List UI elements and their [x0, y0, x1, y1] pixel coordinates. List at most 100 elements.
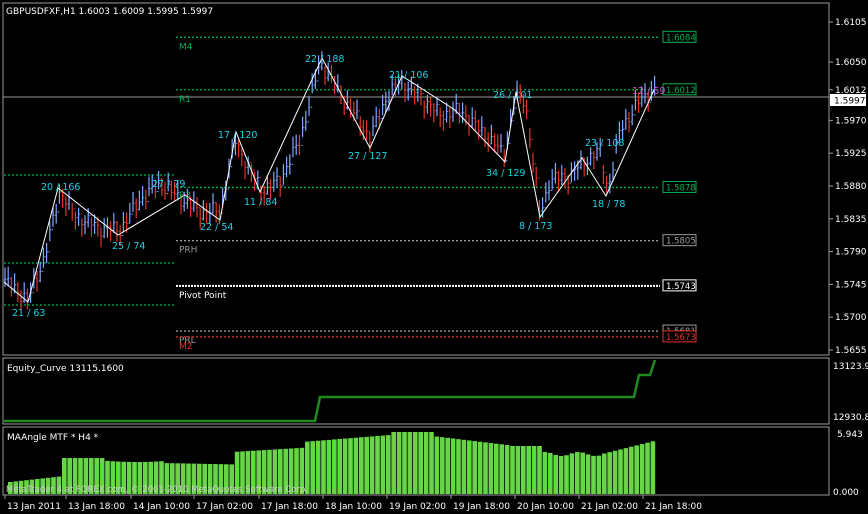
ma-histogram-bar [472, 441, 477, 494]
ma-histogram-bar [315, 440, 321, 494]
zigzag-label: 22 / 54 [200, 222, 233, 233]
zigzag-label: 12 / 59 [632, 86, 665, 97]
time-tick-label: 14 Jan 10:00 [133, 502, 190, 512]
ma-axis-top: 5.943 [837, 430, 863, 440]
zigzag-label: 21 / 63 [12, 308, 45, 319]
ma-histogram-bar [591, 455, 596, 494]
price-tick-label: 1.5745 [835, 280, 867, 290]
time-tick-label: 13 Jan 18:00 [68, 502, 125, 512]
ma-histogram-bar [348, 438, 353, 494]
price-tick-label: 1.5790 [835, 248, 867, 258]
time-tick-label: 17 Jan 18:00 [261, 502, 318, 512]
zigzag-label: 27 / 127 [348, 151, 387, 162]
equity-title: Equity_Curve 13115.1600 [7, 364, 124, 374]
ma-histogram-bar [515, 446, 521, 494]
ma-histogram-bar [623, 448, 629, 494]
price-tick-label: 1.5655 [835, 346, 867, 356]
pivot-name: M4 [179, 42, 193, 52]
zigzag-label: 26 / 101 [493, 90, 532, 101]
ma-histogram-bar [364, 436, 369, 494]
ma-histogram-bar [585, 454, 591, 494]
price-tick-label: 1.5925 [835, 149, 867, 159]
ma-histogram-bar [386, 435, 391, 494]
ma-histogram-bar [548, 452, 553, 494]
time-tick-label: 18 Jan 10:00 [325, 502, 382, 512]
ma-histogram-bar [434, 436, 440, 494]
ma-histogram-bar [369, 436, 375, 494]
ma-histogram-bar [359, 437, 364, 494]
ma-histogram-bar [607, 452, 612, 494]
ma-histogram-bar [342, 438, 348, 494]
ma-histogram-bar [483, 442, 488, 494]
time-tick-label: 21 Jan 02:00 [581, 502, 638, 512]
ma-histogram-bar [321, 440, 326, 494]
ma-histogram-bar [402, 432, 407, 494]
price-tick-label: 1.5880 [835, 182, 867, 192]
ma-histogram-bar [413, 432, 418, 494]
time-tick-label: 19 Jan 02:00 [389, 502, 446, 512]
ma-histogram-bar [353, 437, 359, 494]
ma-histogram-bar [650, 441, 656, 494]
price-tick-label: 1.5970 [835, 116, 867, 126]
pivot-price-label: 1.5673 [666, 333, 696, 343]
ma-histogram-bar [542, 452, 548, 494]
ma-histogram-bar [461, 439, 467, 494]
ma-histogram-bar [521, 446, 526, 494]
ma-histogram-bar [553, 454, 558, 494]
watermark: MetaTrader 4 at FOREX.com, © 2001-2010 M… [6, 485, 308, 495]
ma-histogram-bar [375, 435, 380, 494]
ma-histogram-bar [494, 443, 499, 494]
current-price-label: 1.5997 [834, 97, 866, 107]
ma-histogram-bar [450, 438, 456, 494]
ma-histogram-bar [504, 444, 510, 494]
ma-histogram-bar [499, 444, 504, 494]
ma-angle-title: MAAngle MTF * H4 * [7, 433, 99, 443]
zigzag-label: 21 / 106 [389, 70, 428, 81]
ma-histogram-bar [440, 437, 445, 494]
ma-axis-bottom: 0.000 [833, 488, 859, 498]
ma-histogram-bar [407, 432, 413, 494]
ma-histogram-bar [569, 453, 575, 494]
pivot-name: R1 [179, 95, 191, 105]
ma-histogram-bar [332, 439, 337, 494]
ma-histogram-bar [310, 441, 315, 494]
ma-histogram-bar [612, 450, 618, 494]
ma-histogram-bar [618, 449, 623, 494]
symbol-header: GBPUSDFXF,H1 1.6003 1.6009 1.5995 1.5997 [6, 7, 213, 17]
pivot-price-label: 1.5805 [666, 237, 696, 247]
price-tick-label: 1.6105 [835, 18, 867, 28]
ma-histogram-bar [418, 432, 423, 494]
ma-histogram-bar [531, 446, 537, 494]
ma-histogram-bar [445, 437, 450, 494]
ma-histogram-bar [629, 446, 634, 494]
pivot-price-label: 1.5878 [666, 183, 696, 193]
ma-histogram-bar [488, 443, 494, 494]
pivot-price-label: 1.6012 [666, 86, 696, 96]
ma-histogram-bar [326, 439, 332, 494]
level-tag-r3: R3 [179, 191, 191, 201]
pivot-name: M2 [179, 342, 193, 352]
time-tick-label: 13 Jan 2011 [7, 502, 61, 512]
ma-histogram-bar [602, 453, 607, 494]
time-tick-label: 20 Jan 10:00 [517, 502, 574, 512]
ma-histogram-bar [634, 445, 639, 494]
ma-histogram-bar [423, 432, 429, 494]
price-tick-label: 1.5700 [835, 313, 867, 323]
ma-histogram-bar [477, 441, 483, 494]
equity-axis-bottom: 12930.8 [833, 413, 868, 423]
ma-histogram-bar [645, 442, 650, 494]
ma-histogram-bar [467, 440, 472, 494]
ma-histogram-bar [456, 439, 461, 494]
zigzag-label: 20 / 166 [41, 182, 80, 193]
zigzag-label: 27 / 79 [152, 179, 185, 190]
time-tick-label: 17 Jan 02:00 [196, 502, 253, 512]
price-tick-label: 1.6050 [835, 58, 867, 68]
trading-chart[interactable]: 1.6084 M4 1.6012 R1 1.5878 1.5805 PRH 1.5743 Piv… [0, 0, 868, 514]
ma-histogram-bar [580, 452, 585, 494]
price-tick-label: 1.5835 [835, 215, 867, 225]
ma-histogram-bar [639, 444, 645, 494]
zigzag-label: 17 / 120 [218, 130, 257, 141]
zigzag-label: 22 / 188 [305, 54, 344, 65]
ma-histogram-bar [564, 455, 569, 494]
time-tick-label: 21 Jan 18:00 [645, 502, 702, 512]
